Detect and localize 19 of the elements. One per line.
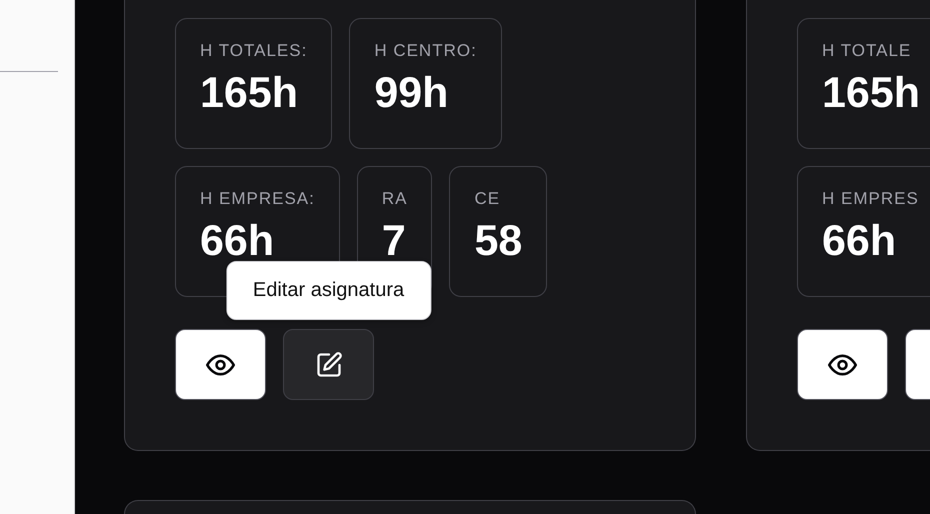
- eye-icon: [206, 354, 235, 376]
- stat-value: 99h: [374, 68, 450, 119]
- stat-label: RA: [382, 189, 408, 209]
- stat-value: 165h: [822, 68, 920, 119]
- stat-label: H TOTALE: [822, 41, 912, 61]
- stat-label: H EMPRES: [822, 189, 919, 209]
- eye-icon: [828, 354, 857, 376]
- stat-label: CE: [474, 189, 502, 209]
- tooltip: Editar asignatura: [226, 261, 432, 320]
- stat-value: 58: [474, 216, 522, 267]
- view-button[interactable]: [797, 329, 888, 400]
- stat-label: H EMPRESA:: [200, 189, 315, 209]
- view-button[interactable]: [175, 329, 266, 400]
- stat-value: 165h: [200, 68, 300, 119]
- stat-label: H CENTRO:: [374, 41, 477, 61]
- edit-button[interactable]: [283, 329, 374, 400]
- edit-icon: [314, 350, 342, 378]
- stat-label: H TOTALES:: [200, 41, 308, 61]
- stat-value: 66h: [822, 216, 898, 267]
